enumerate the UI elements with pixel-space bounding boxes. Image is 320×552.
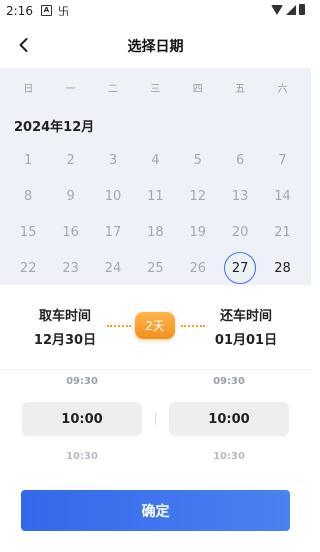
calendar-day[interactable]: 1 (7, 142, 49, 178)
calendar-day-label: 1 (24, 152, 33, 168)
calendar-day[interactable]: 13 (219, 178, 261, 214)
calendar-day-label: 7 (278, 152, 287, 168)
dotted-connector-left (107, 325, 131, 327)
pickup-time-selected[interactable]: 10:00 (22, 402, 142, 436)
weekday-mon: 一 (65, 84, 76, 95)
page-title: 选择日期 (127, 39, 184, 55)
signal-icon (286, 4, 296, 15)
pickup-time-next[interactable]: 10:30 (22, 451, 142, 462)
calendar-day-label: 26 (189, 260, 207, 276)
calendar-day[interactable]: 18 (134, 214, 176, 250)
calendar-day-label: 27 (231, 260, 249, 276)
calendar-day-label: 12 (189, 188, 207, 204)
pickup-block: 取车时间 12月30日 (20, 305, 110, 348)
return-block: 还车时间 01月01日 (201, 305, 291, 348)
weekday-header: 日 一 二 三 四 五 六 (0, 80, 311, 95)
return-time-selected[interactable]: 10:00 (169, 402, 289, 436)
calendar-day-label: 16 (62, 224, 79, 240)
calendar-day-today[interactable]: 27 (219, 250, 261, 285)
calendar-day[interactable]: 10 (92, 178, 134, 214)
calendar-day-label: 15 (19, 224, 37, 240)
calendar-day-label: 19 (189, 224, 207, 240)
calendar-day[interactable]: 22 (7, 250, 49, 285)
pickup-label: 取车时间 (38, 309, 91, 324)
calendar-day[interactable]: 26 (177, 250, 219, 285)
calendar-day[interactable]: 12 (177, 178, 219, 214)
calendar-day[interactable]: 7 (261, 142, 303, 178)
calendar-day-label: 11 (147, 188, 164, 204)
weekday-thu: 四 (192, 84, 203, 95)
pickup-time-prev[interactable]: 09:30 (22, 376, 142, 387)
calendar-day-label: 3 (108, 152, 118, 168)
calendar-day[interactable]: 9 (49, 178, 91, 214)
calendar: 日 一 二 三 四 五 六 2024年12月 1 2 3 4 5 6 7 8 9 10 11 12 13… (0, 68, 311, 285)
time-separator (155, 413, 156, 425)
calendar-day-label: 21 (274, 224, 291, 240)
weekday-sat: 六 (277, 84, 288, 95)
calendar-day-label: 28 (274, 260, 291, 276)
calendar-day-label: 8 (24, 188, 33, 204)
calendar-day[interactable]: 21 (261, 214, 303, 250)
calendar-day-label: 20 (231, 224, 249, 240)
return-time-wheel[interactable]: 09:30 10:00 10:30 (169, 370, 289, 470)
return-label: 还车时间 (219, 309, 272, 324)
calendar-day-label: 14 (274, 188, 291, 204)
calendar-day-label: 13 (231, 188, 249, 204)
weekday-sun: 日 (23, 84, 34, 95)
calendar-day[interactable]: 14 (261, 178, 303, 214)
month-title: 2024年12月 (14, 120, 95, 135)
calendar-day-label: 4 (151, 152, 160, 168)
calendar-day[interactable]: 16 (49, 214, 91, 250)
calendar-day[interactable]: 11 (134, 178, 176, 214)
calendar-day-label: 22 (19, 260, 37, 276)
return-time-prev[interactable]: 09:30 (169, 376, 289, 387)
calendar-day-label: 2 (66, 152, 75, 168)
calendar-day[interactable]: 6 (219, 142, 261, 178)
calendar-day[interactable]: 17 (92, 214, 134, 250)
calendar-day[interactable]: 5 (177, 142, 219, 178)
time-pickers: 09:30 10:00 10:30 09:30 10:00 10:30 (0, 370, 311, 470)
status-time: 2:16 (6, 4, 33, 18)
calendar-day[interactable]: 19 (177, 214, 219, 250)
notification-a-icon: A (41, 5, 52, 16)
weekday-wed: 三 (150, 84, 161, 95)
calendar-day[interactable]: 24 (92, 250, 134, 285)
weekday-tue: 二 (107, 84, 118, 95)
return-time-next[interactable]: 10:30 (169, 451, 289, 462)
duration-badge: 2天 (135, 312, 175, 339)
return-date: 01月01日 (214, 333, 278, 348)
pickup-date: 12月30日 (33, 333, 97, 348)
calendar-day[interactable]: 8 (7, 178, 49, 214)
calendar-day-label: 24 (104, 260, 122, 276)
days-grid: 1 2 3 4 5 6 7 8 9 10 11 12 13 14 15 16 17 18 19 20 21 22 23 24 2… (7, 142, 304, 285)
calendar-day[interactable]: 28 (261, 250, 303, 285)
calendar-day-label: 6 (236, 152, 245, 168)
calendar-day[interactable]: 20 (219, 214, 261, 250)
calendar-day[interactable]: 3 (92, 142, 134, 178)
status-indicators (271, 4, 305, 15)
calendar-day-label: 10 (104, 188, 122, 204)
date-picker-screen: 2:16 A 卐 选择日期 日 一 二 三 四 五 六 2024年12月 123… (0, 0, 311, 552)
rental-summary: 取车时间 12月30日 2天 还车时间 01月01日 (0, 285, 311, 370)
wifi-icon (271, 4, 283, 15)
calendar-day[interactable]: 23 (49, 250, 91, 285)
calendar-day-label: 5 (193, 152, 202, 168)
status-bar: 2:16 A 卐 (0, 0, 311, 22)
calendar-day[interactable]: 2 (49, 142, 91, 178)
calendar-day[interactable]: 4 (134, 142, 176, 178)
calendar-day-label: 17 (104, 224, 122, 240)
calendar-day-label: 23 (62, 260, 79, 276)
notification-app-icon: 卐 (58, 5, 69, 18)
calendar-day-label: 25 (147, 260, 164, 276)
battery-icon (299, 4, 305, 15)
calendar-day[interactable]: 25 (134, 250, 176, 285)
header: 选择日期 (0, 22, 311, 68)
calendar-day[interactable]: 15 (7, 214, 49, 250)
calendar-day-label: 18 (147, 224, 164, 240)
weekday-fri: 五 (235, 84, 246, 95)
confirm-button[interactable]: 确定 (21, 490, 290, 531)
calendar-day-label: 9 (66, 188, 75, 204)
pickup-time-wheel[interactable]: 09:30 10:00 10:30 (22, 370, 142, 470)
